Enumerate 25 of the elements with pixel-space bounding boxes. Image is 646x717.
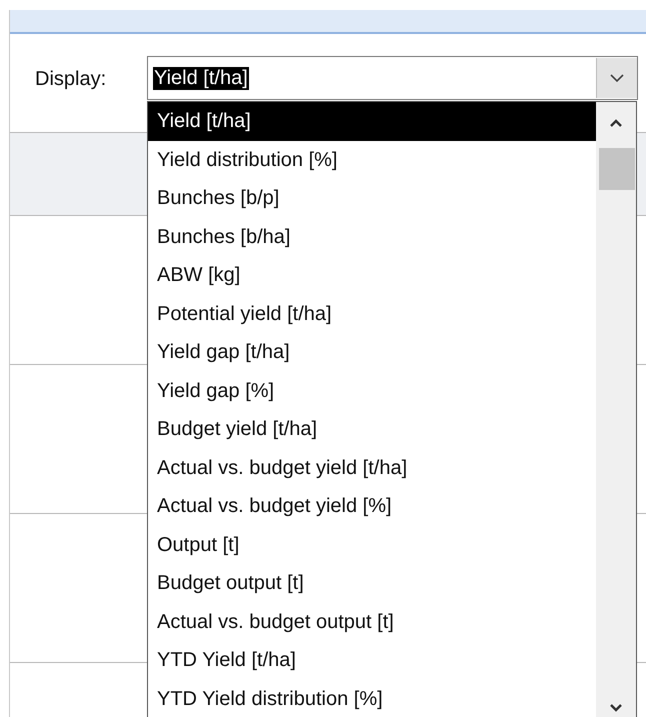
dropdown-option[interactable]: Yield gap [%] <box>148 372 596 410</box>
display-label: Display: <box>35 68 108 91</box>
chevron-down-icon <box>609 73 625 83</box>
dropdown-option[interactable]: Budget output [t] <box>148 564 596 602</box>
dropdown-option[interactable]: YTD Yield [t/ha] <box>148 641 596 680</box>
dropdown-button[interactable] <box>596 58 637 98</box>
dropdown-option[interactable]: Budget yield [t/ha] <box>148 410 596 448</box>
dropdown-option[interactable]: Output [t] <box>148 526 596 564</box>
display-dropdown[interactable]: Yield [t/ha] <box>147 56 638 100</box>
selected-value: Yield [t/ha] <box>153 66 249 90</box>
dropdown-option[interactable]: Potential yield [t/ha] <box>148 294 596 333</box>
dropdown-option[interactable]: Bunches [b/p] <box>148 179 596 218</box>
dropdown-option[interactable]: YTD Yield distribution [%] <box>148 680 596 717</box>
scroll-up-icon[interactable] <box>609 118 623 128</box>
scrollbar[interactable] <box>596 102 636 717</box>
dropdown-option[interactable]: Actual vs. budget output [t] <box>148 602 596 641</box>
dropdown-option[interactable]: ABW [kg] <box>148 256 596 294</box>
dropdown-option[interactable]: Bunches [b/ha] <box>148 218 596 256</box>
dropdown-option[interactable]: Actual vs. budget yield [%] <box>148 487 596 526</box>
scroll-thumb[interactable] <box>599 148 635 190</box>
dropdown-option[interactable]: Actual vs. budget yield [t/ha] <box>148 448 596 487</box>
dropdown-option[interactable]: Yield [t/ha] <box>148 102 596 140</box>
dropdown-option[interactable]: Yield gap [t/ha] <box>148 333 596 372</box>
scroll-down-icon[interactable] <box>609 703 623 713</box>
dropdown-option[interactable]: Yield distribution [%] <box>148 140 596 179</box>
